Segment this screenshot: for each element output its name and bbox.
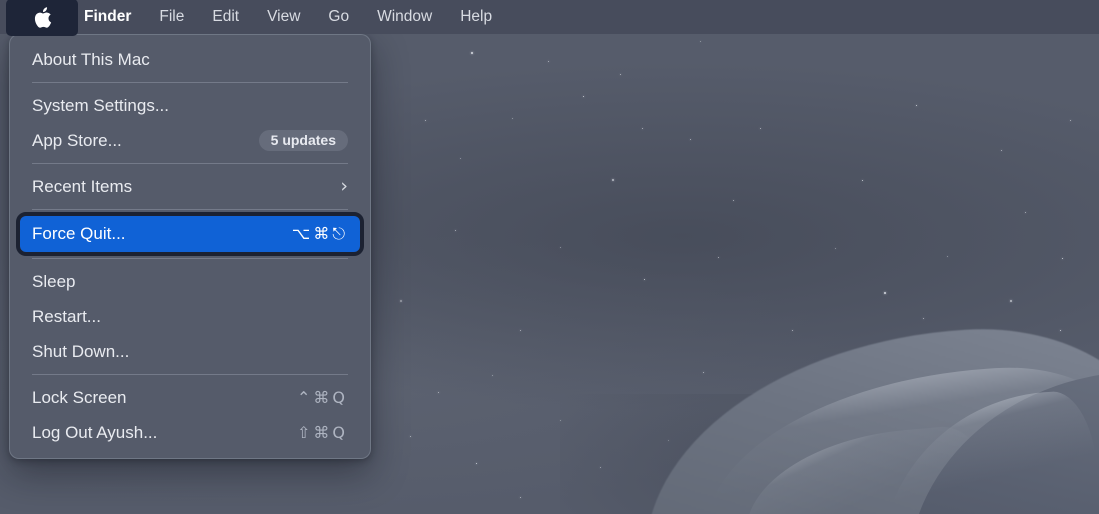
menu-item-shut-down[interactable]: Shut Down... bbox=[10, 334, 370, 369]
force-quit-row-wrapper: Force Quit... ⌥⌘⎋ bbox=[10, 212, 370, 256]
menu-item-label: Lock Screen bbox=[32, 387, 127, 407]
menu-item-app-store[interactable]: App Store... 5 updates bbox=[10, 123, 370, 158]
apple-menu-dropdown: About This Mac System Settings... App St… bbox=[9, 34, 371, 459]
menu-bar: Finder File Edit View Go Window Help bbox=[0, 0, 1099, 36]
apple-menu-button-highlight bbox=[6, 0, 78, 36]
menu-item-about-this-mac[interactable]: About This Mac bbox=[10, 42, 370, 77]
menubar-item-finder[interactable]: Finder bbox=[72, 0, 145, 34]
menu-separator-3 bbox=[32, 209, 348, 210]
menu-item-label: Log Out Ayush... bbox=[32, 422, 158, 442]
menu-item-label: Force Quit... bbox=[32, 224, 126, 243]
menu-item-label: App Store... bbox=[32, 130, 122, 150]
menu-item-restart[interactable]: Restart... bbox=[10, 299, 370, 334]
apple-logo-icon bbox=[33, 6, 52, 29]
menubar-item-file[interactable]: File bbox=[145, 0, 198, 34]
apple-menu-button[interactable] bbox=[0, 0, 78, 36]
menu-item-label: Shut Down... bbox=[32, 341, 130, 361]
app-store-updates-badge: 5 updates bbox=[258, 130, 348, 151]
menu-item-label: Restart... bbox=[32, 306, 101, 326]
log-out-shortcut: ⇧⌘Q bbox=[297, 423, 348, 442]
menu-item-label: Sleep bbox=[32, 271, 76, 291]
menu-item-label: Recent Items bbox=[32, 176, 133, 196]
menu-item-sleep[interactable]: Sleep bbox=[10, 264, 370, 299]
menubar-item-go[interactable]: Go bbox=[314, 0, 363, 34]
menu-separator-1 bbox=[32, 82, 348, 83]
menu-separator-5 bbox=[32, 374, 348, 375]
menubar-item-window[interactable]: Window bbox=[363, 0, 446, 34]
menu-item-log-out[interactable]: Log Out Ayush... ⇧⌘Q bbox=[10, 415, 370, 450]
menu-item-label: System Settings... bbox=[32, 95, 169, 115]
force-quit-shortcut: ⌥⌘⎋ bbox=[291, 224, 348, 243]
menu-item-force-quit[interactable]: Force Quit... ⌥⌘⎋ bbox=[16, 212, 364, 256]
lock-screen-shortcut: ⌃⌘Q bbox=[297, 388, 348, 407]
menu-item-recent-items[interactable]: Recent Items › bbox=[10, 169, 370, 204]
menu-item-label: About This Mac bbox=[32, 49, 150, 69]
menu-separator-2 bbox=[32, 163, 348, 164]
menubar-item-help[interactable]: Help bbox=[446, 0, 506, 34]
menu-item-lock-screen[interactable]: Lock Screen ⌃⌘Q bbox=[10, 380, 370, 415]
menu-separator-4 bbox=[32, 258, 348, 259]
menubar-item-view[interactable]: View bbox=[253, 0, 314, 34]
menubar-item-edit[interactable]: Edit bbox=[198, 0, 253, 34]
menu-item-system-settings[interactable]: System Settings... bbox=[10, 88, 370, 123]
chevron-right-icon: › bbox=[340, 175, 348, 197]
